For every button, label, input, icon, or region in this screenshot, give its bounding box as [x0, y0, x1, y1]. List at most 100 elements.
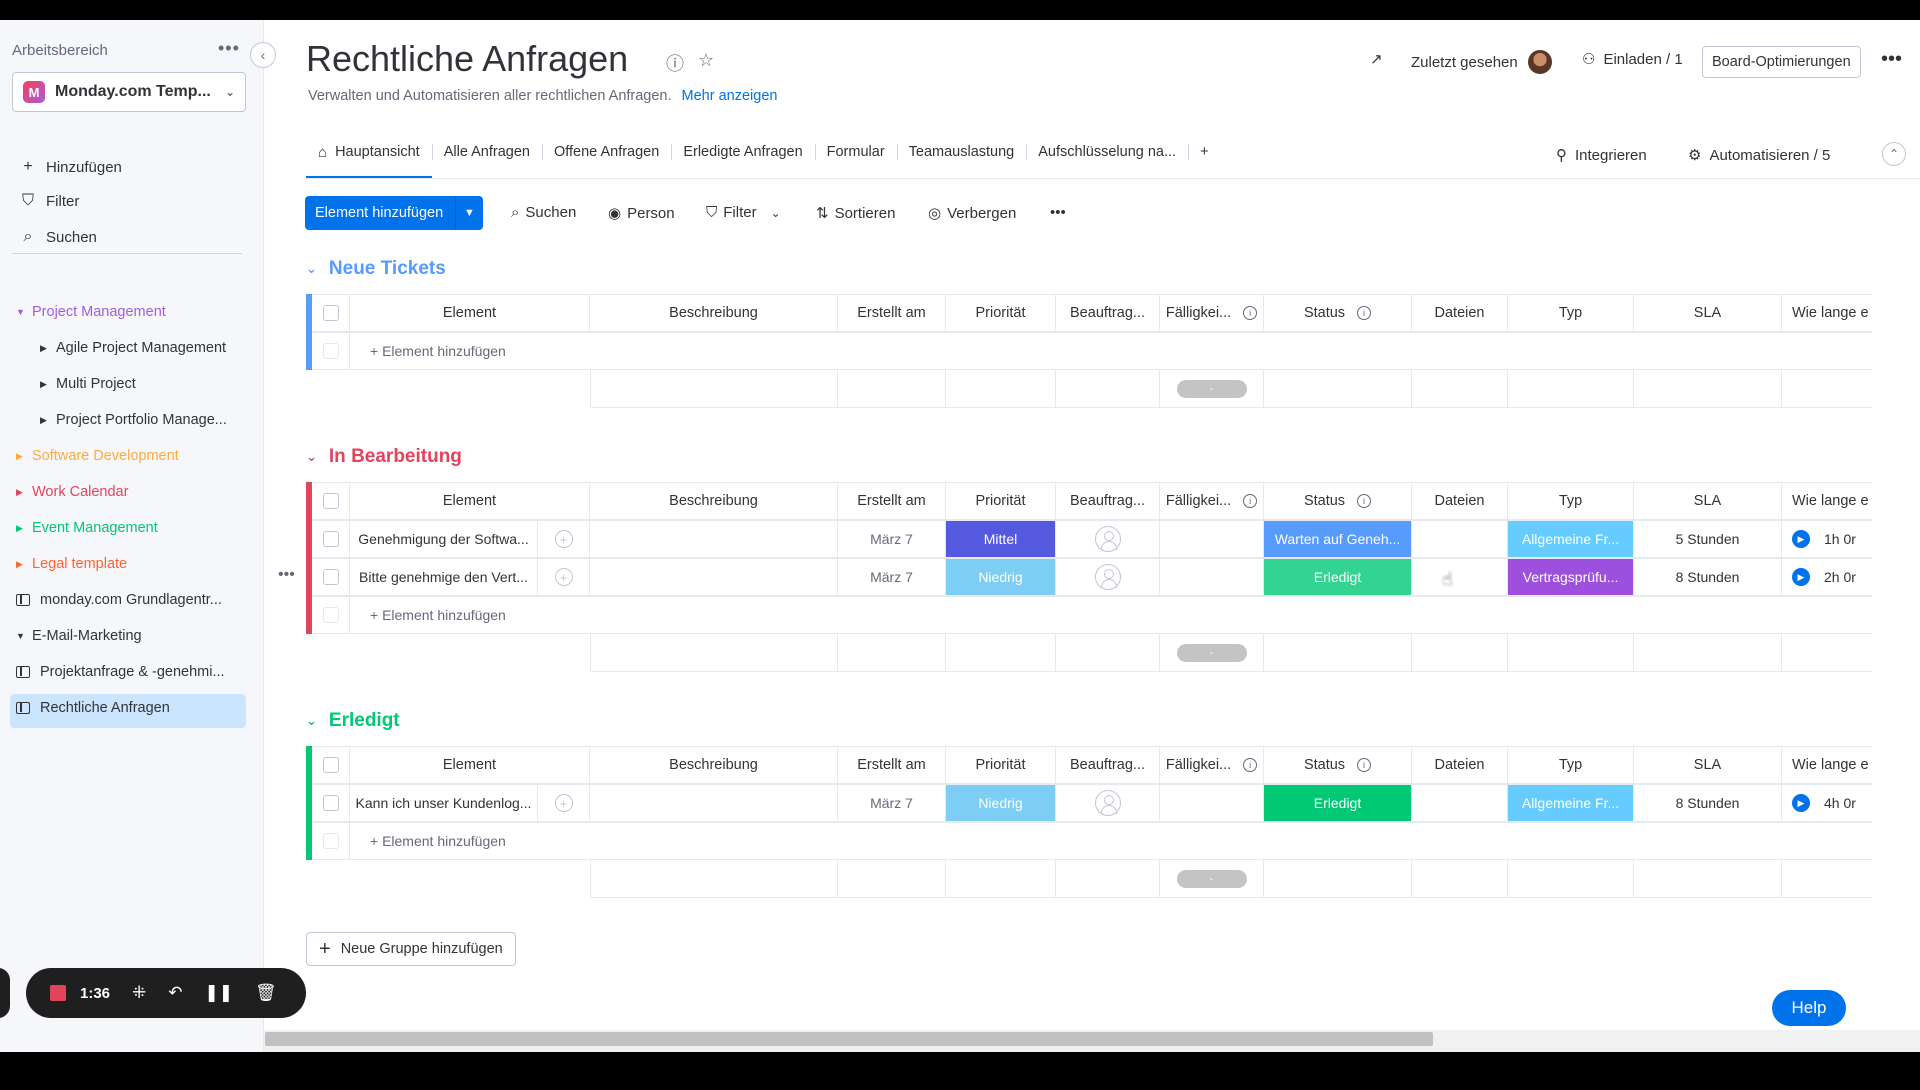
cell-priority[interactable]: Niedrig: [946, 558, 1056, 596]
play-icon[interactable]: ▶: [1792, 568, 1810, 586]
help-button[interactable]: Help: [1772, 990, 1846, 1026]
caret-down-icon[interactable]: ▼: [16, 631, 25, 641]
sidebar-add[interactable]: + Hinzufügen: [18, 158, 122, 176]
sidebar-item[interactable]: ▶ Legal template: [16, 556, 127, 572]
play-icon[interactable]: ▶: [1792, 530, 1810, 548]
info-icon[interactable]: i: [1357, 758, 1372, 772]
sidebar-item[interactable]: ▶ Work Calendar: [16, 484, 128, 500]
workspace-select[interactable]: M Monday.com Temp... ⌄: [12, 72, 246, 112]
toolbar-search[interactable]: ⌕ Suchen: [511, 204, 576, 221]
activity-icon[interactable]: ↗: [1370, 50, 1383, 68]
star-icon[interactable]: ☆: [698, 50, 714, 71]
cell-assignee[interactable]: [1056, 520, 1160, 558]
sidebar-item[interactable]: ▶ Software Development: [16, 448, 179, 464]
cell-updates[interactable]: +: [538, 784, 590, 822]
tab-view[interactable]: Offene Anfragen: [541, 126, 671, 178]
column-header-due[interactable]: Fälligkei... i: [1160, 294, 1264, 332]
add-item-button[interactable]: Element hinzufügen ▼: [305, 196, 483, 230]
sidebar-item[interactable]: ▼ E-Mail-Marketing: [16, 628, 142, 644]
column-header-element[interactable]: Element: [350, 294, 590, 332]
add-update-icon[interactable]: +: [554, 794, 573, 812]
toolbar-hide[interactable]: ◎ Verbergen: [928, 204, 1016, 223]
cell-duration[interactable]: ▶ 4h 0r: [1782, 784, 1872, 822]
column-header-element[interactable]: Element: [350, 482, 590, 520]
invite-button[interactable]: ⚇ Einladen / 1: [1582, 50, 1683, 69]
tab-view[interactable]: Alle Anfragen: [431, 126, 542, 178]
cell-duration[interactable]: ▶ 2h 0r: [1782, 558, 1872, 596]
person-placeholder-icon[interactable]: [1094, 526, 1121, 552]
stop-record-icon[interactable]: [50, 985, 66, 1001]
caret-right-icon[interactable]: ▶: [16, 451, 24, 462]
column-header-priority[interactable]: Priorität: [946, 294, 1056, 332]
horizontal-scrollbar[interactable]: [265, 1032, 1433, 1046]
group-title[interactable]: ⌄ Erledigt: [306, 710, 400, 732]
caret-right-icon[interactable]: ▶: [16, 559, 24, 570]
board-optimize-button[interactable]: Board-Optimierungen: [1702, 46, 1861, 78]
column-header-assignee[interactable]: Beauftrag...: [1056, 294, 1160, 332]
tab-view[interactable]: Formular: [814, 126, 897, 178]
column-header-created[interactable]: Erstellt am: [838, 294, 946, 332]
column-header-type[interactable]: Typ: [1508, 746, 1634, 784]
checkbox[interactable]: [322, 569, 339, 585]
cell-assignee[interactable]: [1056, 558, 1160, 596]
sidebar-item[interactable]: Rechtliche Anfragen: [16, 700, 170, 716]
column-header-files[interactable]: Dateien: [1412, 746, 1508, 784]
column-header-element[interactable]: Element: [350, 746, 590, 784]
sidebar-filter[interactable]: ⛉ Filter: [18, 192, 79, 210]
last-seen[interactable]: Zuletzt gesehen: [1411, 50, 1552, 74]
column-header-status[interactable]: Status i: [1264, 294, 1412, 332]
undo-icon[interactable]: ↶: [168, 983, 182, 1003]
add-update-icon[interactable]: +: [554, 530, 573, 548]
cell-type[interactable]: Vertragsprüfu...: [1508, 558, 1634, 596]
toolbar-sort[interactable]: ⇅ Sortieren: [816, 204, 895, 223]
column-header-assignee[interactable]: Beauftrag...: [1056, 746, 1160, 784]
info-icon[interactable]: i: [1243, 306, 1258, 320]
cell-type[interactable]: Allgemeine Fr...: [1508, 520, 1634, 558]
column-header-duration[interactable]: Wie lange e: [1782, 482, 1872, 520]
checkbox[interactable]: [322, 493, 339, 509]
column-header-due[interactable]: Fälligkei... i: [1160, 746, 1264, 784]
column-header-created[interactable]: Erstellt am: [838, 482, 946, 520]
info-icon[interactable]: i: [1357, 494, 1372, 508]
cell-files[interactable]: [1412, 520, 1508, 558]
column-header-due[interactable]: Fälligkei... i: [1160, 482, 1264, 520]
grid-icon[interactable]: ⁜: [132, 983, 146, 1003]
cell-priority[interactable]: Niedrig: [946, 784, 1056, 822]
automate-button[interactable]: ⚙ Automatisieren / 5: [1688, 146, 1830, 165]
cell-element[interactable]: Genehmigung der Softwa...: [350, 520, 538, 558]
pause-icon[interactable]: ❚❚: [205, 983, 234, 1003]
add-item-input[interactable]: + Element hinzufügen: [350, 822, 1872, 860]
cell-assignee[interactable]: [1056, 784, 1160, 822]
caret-right-icon[interactable]: ▶: [40, 415, 48, 426]
cell-type[interactable]: Allgemeine Fr...: [1508, 784, 1634, 822]
column-header-created[interactable]: Erstellt am: [838, 746, 946, 784]
column-header-duration[interactable]: Wie lange e: [1782, 746, 1872, 784]
tab-view[interactable]: Aufschlüsselung na...: [1026, 126, 1188, 178]
caret-right-icon[interactable]: ▶: [40, 379, 48, 390]
row-more-icon[interactable]: •••: [278, 566, 295, 584]
cell-due[interactable]: [1160, 520, 1264, 558]
cell-updates[interactable]: +: [538, 558, 590, 596]
info-icon[interactable]: ⓘ: [666, 50, 684, 76]
cell-files[interactable]: [1412, 784, 1508, 822]
toolbar-more-icon[interactable]: •••: [1050, 204, 1066, 221]
collapse-header-button[interactable]: ⌃: [1882, 142, 1906, 166]
column-header-sla[interactable]: SLA: [1634, 482, 1782, 520]
cell-description[interactable]: [590, 520, 838, 558]
add-view-button[interactable]: +: [1188, 126, 1220, 178]
checkbox[interactable]: [322, 531, 339, 547]
checkbox[interactable]: [322, 305, 339, 321]
sidebar-item[interactable]: monday.com Grundlagentr...: [16, 592, 222, 608]
more-link[interactable]: Mehr anzeigen: [682, 88, 778, 104]
cell-due[interactable]: [1160, 784, 1264, 822]
person-placeholder-icon[interactable]: [1094, 564, 1121, 590]
sidebar-item[interactable]: ▶ Event Management: [16, 520, 158, 536]
cell-status[interactable]: Warten auf Geneh...: [1264, 520, 1412, 558]
column-header-files[interactable]: Dateien: [1412, 482, 1508, 520]
cell-due[interactable]: [1160, 558, 1264, 596]
trash-icon[interactable]: 🗑: [255, 983, 277, 1003]
chevron-down-icon[interactable]: ⌄: [771, 206, 781, 220]
add-update-icon[interactable]: +: [554, 568, 573, 586]
integrate-button[interactable]: ⚲ Integrieren: [1556, 146, 1647, 165]
chevron-down-icon[interactable]: ⌄: [306, 449, 317, 465]
